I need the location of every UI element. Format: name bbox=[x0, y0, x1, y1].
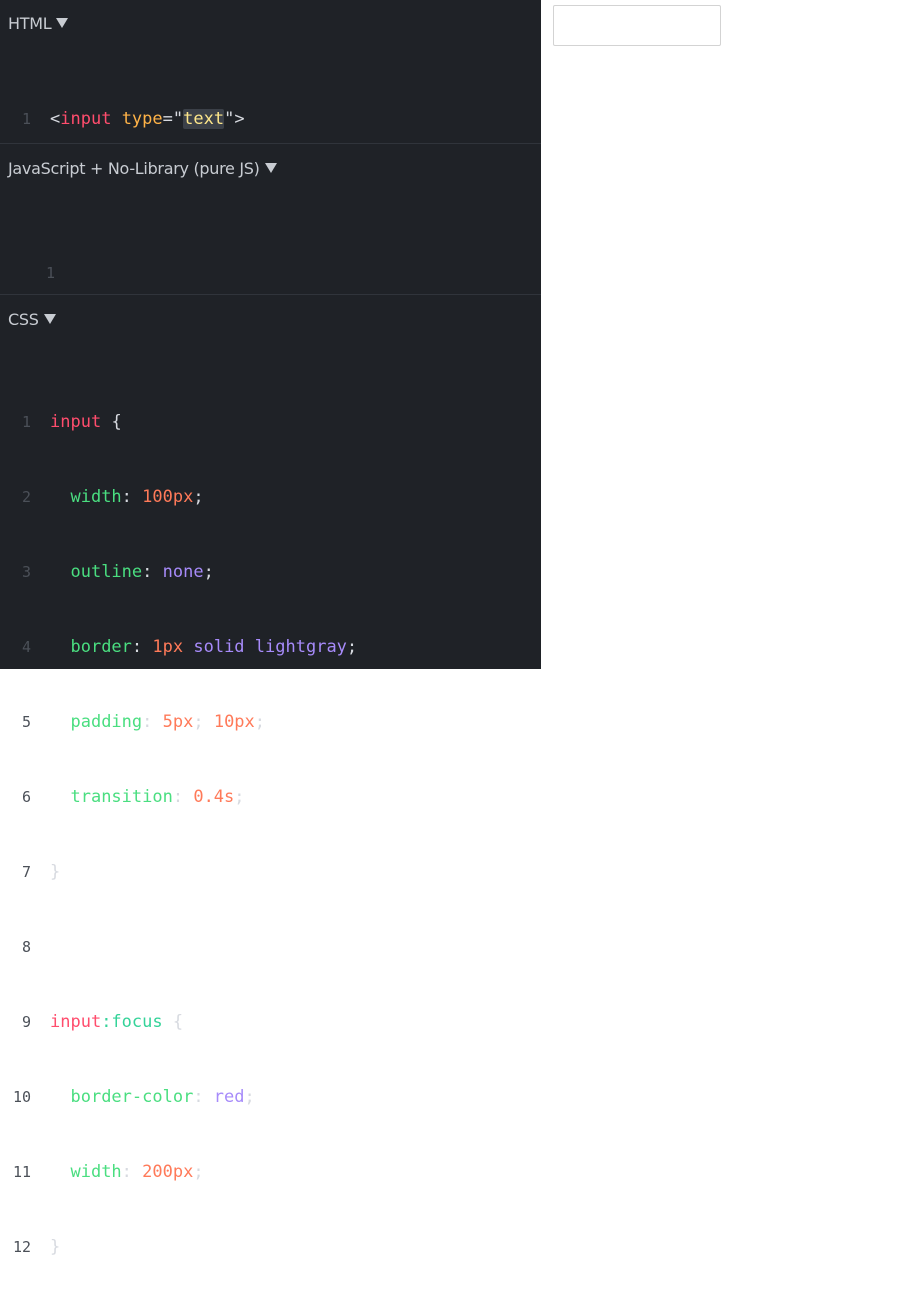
code-token: :focus bbox=[101, 1012, 163, 1032]
code-line: 1 bbox=[0, 261, 61, 286]
line-number: 2 bbox=[21, 488, 31, 506]
code-token: red bbox=[213, 1087, 245, 1107]
editor-pane: HTML 1 <input type="text"> JavaScript + … bbox=[0, 0, 541, 1258]
line-number: 12 bbox=[12, 1238, 31, 1256]
code-token: } bbox=[50, 862, 61, 882]
code-line: 2 width: 100px; bbox=[0, 485, 357, 510]
code-token: } bbox=[50, 1237, 61, 1257]
code-line: 12 } bbox=[0, 1235, 357, 1260]
code-line: 1 input { bbox=[0, 410, 357, 435]
code-token: border bbox=[70, 637, 132, 657]
css-panel-title: CSS bbox=[8, 309, 39, 329]
code-token: " bbox=[172, 109, 184, 129]
code-line: 11 width: 200px; bbox=[0, 1160, 357, 1185]
line-number: 11 bbox=[12, 1163, 31, 1181]
code-line: 1 <input type="text"> bbox=[0, 107, 245, 132]
preview-text-input[interactable] bbox=[553, 5, 721, 46]
code-token: > bbox=[234, 109, 245, 129]
code-text[interactable]: border-color: red; bbox=[50, 1085, 254, 1110]
code-token: 0.4s bbox=[193, 787, 235, 807]
line-number: 1 bbox=[21, 413, 31, 431]
caret-down-icon[interactable] bbox=[56, 18, 69, 28]
result-preview bbox=[541, 0, 924, 669]
code-token: lightgray bbox=[254, 637, 347, 657]
js-panel-header[interactable]: JavaScript + No-Library (pure JS) bbox=[8, 157, 277, 179]
code-token: = bbox=[162, 109, 173, 129]
code-line: 9 input:focus { bbox=[0, 1010, 357, 1035]
code-token: 5px bbox=[162, 712, 194, 732]
code-text[interactable]: width: 200px; bbox=[50, 1160, 203, 1185]
css-panel: CSS 1 input { 2 width: 100px; 3 outline:… bbox=[0, 296, 541, 1258]
code-text[interactable]: width: 100px; bbox=[50, 485, 203, 510]
code-text[interactable]: } bbox=[50, 1235, 60, 1260]
html-panel: HTML 1 <input type="text"> bbox=[0, 0, 541, 144]
line-number: 1 bbox=[45, 264, 55, 282]
code-text[interactable]: padding: 5px; 10px; bbox=[50, 710, 265, 735]
code-token: type bbox=[121, 109, 163, 129]
css-code-editor[interactable]: 1 input { 2 width: 100px; 3 outline: non… bbox=[0, 360, 357, 1310]
code-token: none bbox=[162, 562, 204, 582]
code-token: 200px bbox=[142, 1162, 194, 1182]
code-token: width bbox=[70, 487, 122, 507]
code-token: width bbox=[70, 1162, 122, 1182]
js-panel: JavaScript + No-Library (pure JS) 1 bbox=[0, 145, 541, 295]
code-line: 6 transition: 0.4s; bbox=[0, 785, 357, 810]
code-token: 1px bbox=[152, 637, 184, 657]
code-token: transition bbox=[70, 787, 173, 807]
code-token: input bbox=[50, 1012, 102, 1032]
code-text[interactable]: input:focus { bbox=[50, 1010, 183, 1035]
code-token: border-color bbox=[70, 1087, 194, 1107]
code-text[interactable]: <input type="text"> bbox=[50, 107, 245, 132]
line-number: 1 bbox=[21, 110, 31, 128]
code-text[interactable]: input { bbox=[50, 410, 122, 435]
code-text[interactable]: } bbox=[50, 860, 60, 885]
line-number: 5 bbox=[21, 713, 31, 731]
html-panel-title: HTML bbox=[8, 13, 52, 33]
code-line: 10 border-color: red; bbox=[0, 1085, 357, 1110]
line-number: 7 bbox=[21, 863, 31, 881]
caret-down-icon[interactable] bbox=[264, 163, 277, 173]
code-text[interactable]: border: 1px solid lightgray; bbox=[50, 635, 357, 660]
code-text[interactable]: outline: none; bbox=[50, 560, 213, 585]
code-token: 100px bbox=[142, 487, 194, 507]
line-number: 6 bbox=[21, 788, 31, 806]
css-panel-header[interactable]: CSS bbox=[8, 308, 56, 330]
code-token: " bbox=[224, 109, 235, 129]
line-number: 10 bbox=[12, 1088, 31, 1106]
caret-down-icon[interactable] bbox=[43, 314, 56, 324]
code-line: 3 outline: none; bbox=[0, 560, 357, 585]
code-token-highlighted: text bbox=[183, 109, 225, 129]
code-token: solid bbox=[193, 637, 245, 657]
code-token: outline bbox=[70, 562, 143, 582]
code-token: { bbox=[172, 1012, 184, 1032]
line-number: 9 bbox=[21, 1013, 31, 1031]
line-number: 8 bbox=[21, 938, 31, 956]
line-number: 3 bbox=[21, 563, 31, 581]
code-token: input bbox=[60, 109, 112, 129]
code-line: 4 border: 1px solid lightgray; bbox=[0, 635, 357, 660]
js-panel-title: JavaScript + No-Library (pure JS) bbox=[8, 158, 260, 178]
code-text[interactable]: transition: 0.4s; bbox=[50, 785, 244, 810]
code-token: { bbox=[111, 412, 122, 432]
code-line: 8 bbox=[0, 935, 357, 960]
line-number: 4 bbox=[21, 638, 31, 656]
code-token: padding bbox=[70, 712, 143, 732]
code-line: 7 } bbox=[0, 860, 357, 885]
html-panel-header[interactable]: HTML bbox=[8, 12, 69, 34]
code-line: 5 padding: 5px; 10px; bbox=[0, 710, 357, 735]
code-token: input bbox=[50, 412, 102, 432]
code-token: 10px bbox=[213, 712, 255, 732]
code-token: < bbox=[50, 109, 61, 129]
